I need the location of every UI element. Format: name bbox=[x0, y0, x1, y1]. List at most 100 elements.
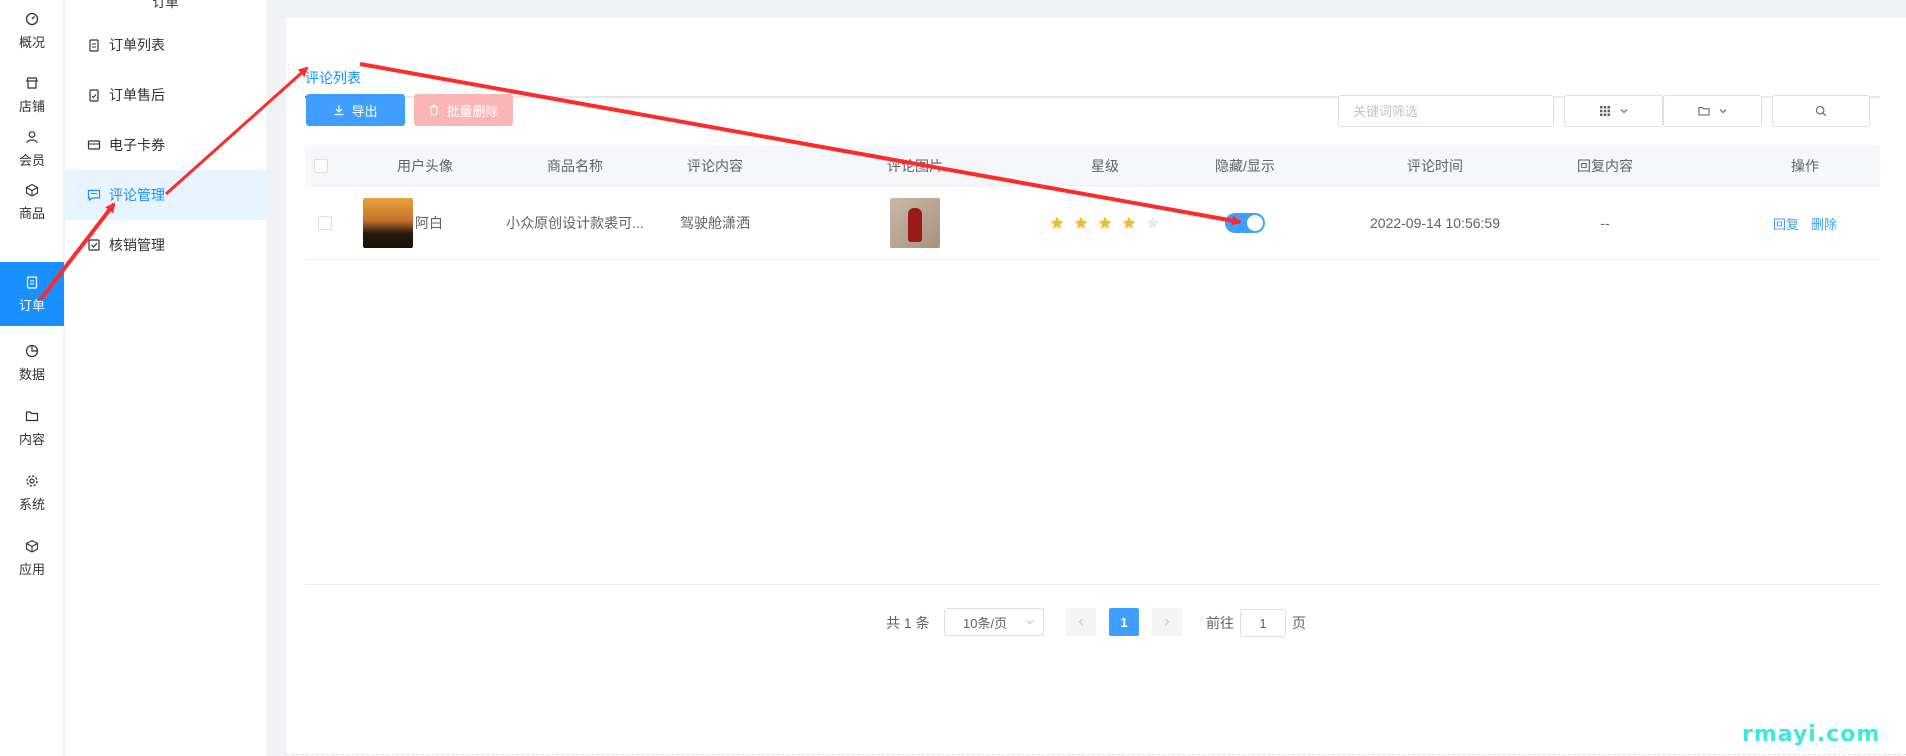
cube-icon bbox=[25, 539, 39, 553]
user-avatar bbox=[363, 198, 413, 248]
comment-icon bbox=[87, 189, 101, 202]
batch-delete-button[interactable]: 批量删除 bbox=[414, 94, 513, 126]
folder-icon bbox=[1697, 106, 1710, 116]
rail-item-apps[interactable]: 应用 bbox=[0, 526, 64, 590]
user-cell: 阿白 bbox=[363, 186, 483, 260]
actions-cell: 回复 删除 bbox=[1745, 186, 1865, 260]
export-button[interactable]: 导出 bbox=[306, 94, 405, 126]
submenu-item-after-sale[interactable]: 订单售后 bbox=[65, 70, 266, 120]
row-checkbox[interactable] bbox=[318, 216, 332, 230]
rail-label: 内容 bbox=[18, 431, 45, 447]
column-header: 商品名称 bbox=[547, 158, 603, 174]
chevron-right-icon bbox=[1165, 618, 1170, 626]
goto-suffix: 页 bbox=[1292, 615, 1306, 631]
chevron-down-icon bbox=[1719, 109, 1726, 114]
column-toggle-button[interactable] bbox=[1564, 95, 1663, 127]
rail-label: 概况 bbox=[18, 34, 45, 50]
table-header: 用户头像 商品名称 评论内容 评论图片 星级 隐藏/显示 评论时间 回复内容 操… bbox=[305, 146, 1880, 186]
folder-dropdown-button[interactable] bbox=[1663, 95, 1762, 127]
rail-item-goods[interactable]: 商品 bbox=[0, 170, 64, 234]
tab-bar: 评论列表 bbox=[305, 50, 1880, 98]
search-icon bbox=[1815, 105, 1827, 117]
user-icon bbox=[26, 130, 38, 143]
store-icon bbox=[26, 76, 38, 89]
prev-page-button[interactable] bbox=[1066, 608, 1096, 636]
rail-item-overview[interactable]: 概况 bbox=[0, 0, 64, 63]
comment-image-cell bbox=[855, 186, 975, 260]
column-header: 评论内容 bbox=[687, 158, 743, 174]
star-empty-icon bbox=[1146, 216, 1160, 229]
grid-icon bbox=[1599, 106, 1610, 116]
chevron-left-icon bbox=[1078, 618, 1083, 626]
order-submenu: 订单 订单列表 订单售后 电子卡券 评论管理 核销管理 bbox=[65, 0, 266, 756]
main-card: 评论列表 导出 批量删除 用户头像 商品名称 评论内容 评论图片 星级 隐藏/显… bbox=[286, 18, 1906, 756]
goto-page-input[interactable] bbox=[1240, 609, 1286, 637]
table-bottom-divider bbox=[305, 584, 1880, 585]
rail-item-system[interactable]: 系统 bbox=[0, 461, 64, 525]
delete-link[interactable]: 删除 bbox=[1811, 214, 1837, 233]
user-name: 阿白 bbox=[415, 215, 443, 231]
submenu-label: 评论管理 bbox=[109, 187, 165, 203]
page-size-select[interactable]: 10条/页 bbox=[944, 608, 1044, 636]
comment-image[interactable] bbox=[890, 198, 940, 248]
reply-link[interactable]: 回复 bbox=[1773, 214, 1799, 233]
star-filled-icon bbox=[1050, 216, 1064, 229]
submenu-item-verify[interactable]: 核销管理 bbox=[65, 220, 266, 270]
page-number-button[interactable]: 1 bbox=[1109, 608, 1139, 636]
keyword-filter-input[interactable] bbox=[1338, 95, 1554, 127]
chevron-down-icon bbox=[1620, 109, 1627, 114]
submenu-item-order-list[interactable]: 订单列表 bbox=[65, 20, 266, 70]
dashboard-icon bbox=[25, 12, 39, 25]
next-page-button[interactable] bbox=[1152, 608, 1182, 636]
visibility-cell bbox=[1185, 186, 1305, 260]
column-header: 评论时间 bbox=[1407, 158, 1463, 174]
folder-icon bbox=[25, 410, 39, 421]
rail-label: 订单 bbox=[18, 297, 45, 313]
goto-page: 前往 页 bbox=[1206, 608, 1306, 638]
submenu-label: 订单列表 bbox=[109, 37, 165, 53]
column-header: 隐藏/显示 bbox=[1215, 158, 1275, 174]
rail-label: 会员 bbox=[18, 152, 45, 168]
star-filled-icon bbox=[1122, 216, 1136, 229]
star-filled-icon bbox=[1098, 216, 1112, 229]
product-name-cell: 小众原创设计款裘可... bbox=[506, 215, 644, 231]
rail-item-content[interactable]: 内容 bbox=[0, 396, 64, 460]
icon-rail: 概况 店铺 会员 商品 订单 数据 内容 系统 应用 bbox=[0, 0, 64, 756]
clipboard-icon bbox=[89, 39, 99, 52]
card-icon bbox=[87, 140, 101, 150]
page-size-value: 10条/页 bbox=[963, 615, 1008, 631]
reply-content-cell: -- bbox=[1600, 215, 1610, 231]
rating-cell bbox=[1040, 186, 1170, 260]
column-header: 评论图片 bbox=[887, 158, 943, 174]
rail-item-order[interactable]: 订单 bbox=[0, 262, 64, 326]
chevron-down-icon bbox=[1026, 620, 1034, 625]
trash-icon bbox=[430, 104, 439, 116]
visibility-toggle[interactable] bbox=[1225, 213, 1265, 233]
box-icon bbox=[25, 183, 39, 197]
rail-label: 数据 bbox=[18, 366, 45, 382]
comment-time-cell: 2022-09-14 10:56:59 bbox=[1370, 215, 1500, 231]
submenu-label: 订单售后 bbox=[109, 87, 165, 103]
comment-content-cell: 驾驶舱潇洒 bbox=[680, 215, 750, 231]
star-rating bbox=[1049, 215, 1161, 231]
search-button[interactable] bbox=[1772, 95, 1870, 127]
export-label: 导出 bbox=[351, 103, 378, 119]
column-header: 星级 bbox=[1091, 158, 1119, 174]
submenu-label: 电子卡券 bbox=[109, 137, 165, 153]
order-icon bbox=[26, 275, 38, 289]
column-header: 操作 bbox=[1791, 158, 1819, 174]
table-row: 阿白 小众原创设计款裘可... 驾驶舱潇洒 2022-09-14 10:56:5… bbox=[305, 186, 1880, 260]
submenu-item-e-card[interactable]: 电子卡券 bbox=[65, 120, 266, 170]
star-filled-icon bbox=[1074, 216, 1088, 229]
batch-delete-label: 批量删除 bbox=[446, 103, 499, 119]
rail-label: 店铺 bbox=[18, 98, 45, 114]
submenu-item-comments[interactable]: 评论管理 bbox=[65, 170, 266, 220]
select-all-checkbox[interactable] bbox=[314, 159, 328, 173]
rail-label: 应用 bbox=[18, 561, 45, 577]
watermark: rmayi.com bbox=[1742, 722, 1881, 747]
goto-prefix: 前往 bbox=[1206, 615, 1234, 631]
column-header: 用户头像 bbox=[397, 158, 453, 174]
pie-chart-icon bbox=[25, 344, 39, 357]
submenu-label: 核销管理 bbox=[109, 237, 165, 253]
rail-item-data[interactable]: 数据 bbox=[0, 331, 64, 395]
